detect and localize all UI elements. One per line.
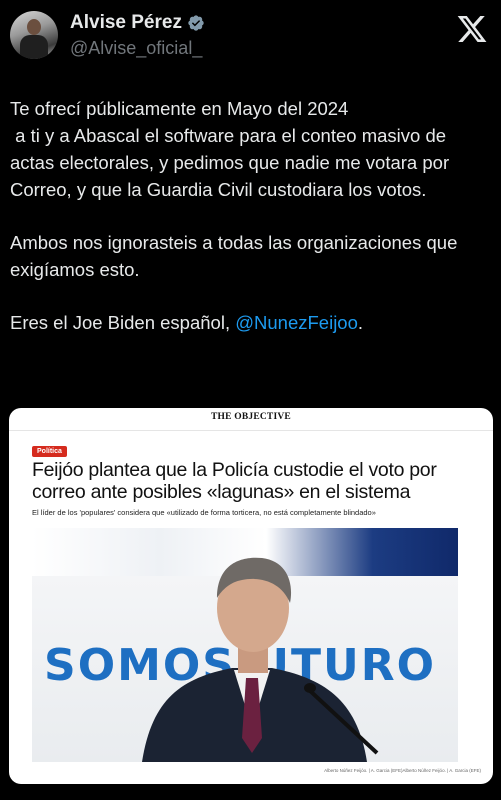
photo-caption: Alberto Núñez Feijóo. | A. Garcia (EFE)A… [324, 768, 481, 773]
tweet-last-line-end: . [357, 312, 364, 333]
author-name[interactable]: Alvise Pérez [70, 12, 182, 34]
article-photo: SOMOS UTURO [32, 528, 458, 762]
outlet-header: THE OBJECTIVE [9, 408, 493, 431]
article-headline[interactable]: Feijóo plantea que la Policía custodie e… [32, 459, 482, 503]
x-logo-icon[interactable] [455, 13, 489, 45]
link-preview-card[interactable]: THE OBJECTIVE Política Feijóo plantea qu… [9, 408, 493, 784]
tweet-last-line-text: Eres el Joe Biden español, [10, 312, 236, 333]
verified-badge-icon [188, 15, 204, 31]
speaker-figure [142, 557, 379, 762]
outlet-logo: THE OBJECTIVE [211, 412, 291, 422]
avatar[interactable] [10, 11, 58, 59]
tweet-paragraph: Eres el Joe Biden español, @NunezFeijoo. [10, 309, 494, 336]
article-dek: El líder de los 'populares' considera qu… [32, 508, 376, 517]
tweet-text: Te ofrecí públicamente en Mayo del 2024 … [10, 95, 494, 362]
tweet-paragraph: Te ofrecí públicamente en Mayo del 2024 … [10, 98, 450, 200]
tweet-paragraph: Ambos nos ignorasteis a todas las organi… [10, 232, 463, 280]
tweet-header: Alvise Pérez @Alvise_oficial_ [0, 0, 501, 72]
section-badge: Política [32, 446, 67, 457]
mention-link[interactable]: @NunezFeijoo [235, 312, 358, 333]
author-name-row[interactable]: Alvise Pérez [70, 12, 205, 34]
author-handle[interactable]: @Alvise_oficial_ [70, 38, 202, 59]
